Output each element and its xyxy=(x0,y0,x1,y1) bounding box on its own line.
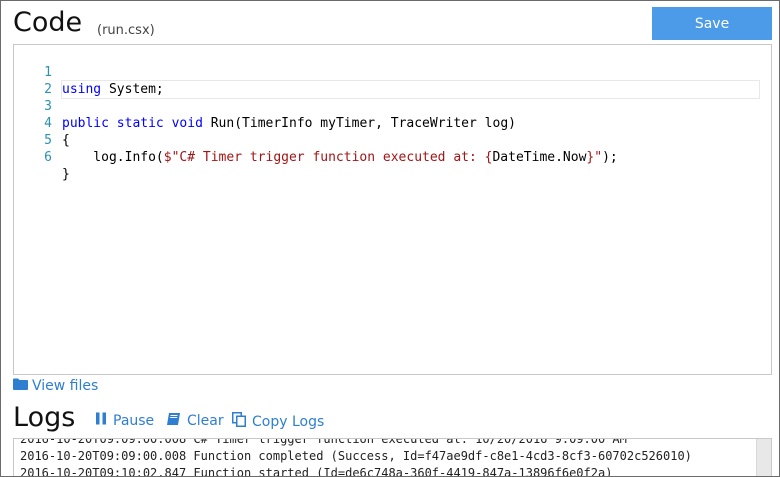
log-line: 2016-10-20T09:09:00.008 C# Timer trigger… xyxy=(20,438,627,446)
pause-label: Pause xyxy=(113,412,155,429)
copy-logs-button[interactable]: Copy Logs xyxy=(232,412,324,431)
function-editor-window: Code (run.csx) Save 1 using System; 2 3 … xyxy=(0,0,780,477)
code-filename: (run.csx) xyxy=(97,23,155,38)
view-files-label: View files xyxy=(32,378,99,394)
code-editor[interactable]: 1 using System; 2 3 public static void R… xyxy=(13,44,772,375)
line-number: 6 xyxy=(44,150,52,165)
log-scrollbar[interactable] xyxy=(756,439,771,476)
log-line: 2016-10-20T09:10:02.847 Function started… xyxy=(20,466,613,477)
code-line[interactable]: 1 using System; xyxy=(14,47,771,99)
clear-label: Clear xyxy=(187,413,224,429)
code-line[interactable]: 6 } xyxy=(14,132,771,182)
folder-icon xyxy=(13,378,28,394)
save-button[interactable]: Save xyxy=(652,7,772,40)
logs-heading: Logs xyxy=(13,402,76,433)
clear-button[interactable]: Clear xyxy=(166,412,224,430)
pause-button[interactable]: Pause xyxy=(95,412,154,429)
log-output[interactable]: 2016-10-20T09:09:00.008 C# Timer trigger… xyxy=(13,438,772,477)
code-line-text: log.Info($"C# Timer trigger function exe… xyxy=(62,150,618,165)
pause-icon xyxy=(95,412,107,429)
view-files-link[interactable]: View files xyxy=(13,378,98,394)
copy-logs-label: Copy Logs xyxy=(252,413,325,430)
code-line[interactable]: 4 { xyxy=(14,98,771,148)
code-line[interactable]: 2 xyxy=(14,64,771,97)
code-heading: Code xyxy=(13,7,83,38)
code-line-text: } xyxy=(62,167,70,182)
code-line[interactable]: 5 log.Info($"C# Timer trigger function e… xyxy=(14,115,771,165)
code-line[interactable]: 3 public static void Run(TimerInfo myTim… xyxy=(14,81,771,131)
copy-icon xyxy=(232,412,246,431)
book-icon xyxy=(166,412,181,430)
log-line: 2016-10-20T09:09:00.008 Function complet… xyxy=(20,449,692,463)
